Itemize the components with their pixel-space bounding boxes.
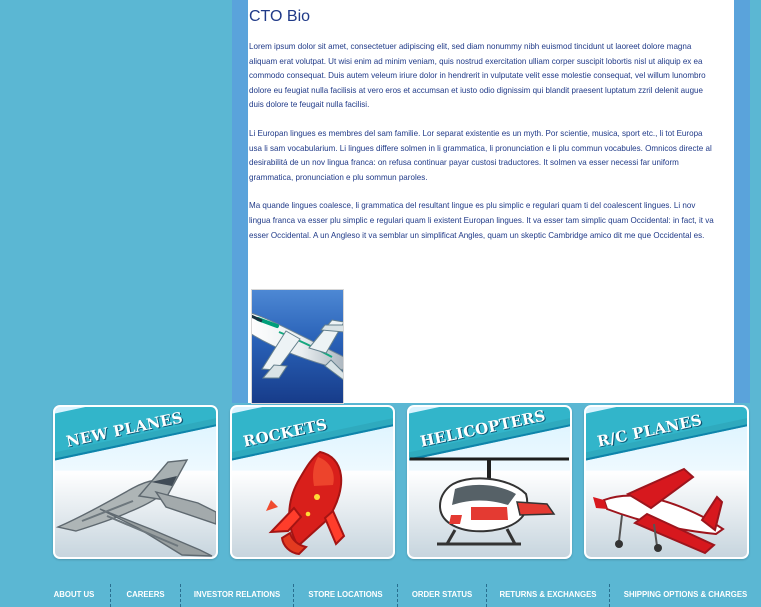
article-content: CTO Bio Lorem ipsum dolor sit amet, cons… xyxy=(248,0,734,404)
feature-card-rockets[interactable]: ROCKETS xyxy=(230,405,395,559)
footer-link-investor-relations[interactable]: INVESTOR RELATIONS xyxy=(181,584,294,607)
footer-link-about-us[interactable]: ABOUT US xyxy=(38,584,111,607)
footer-link-careers[interactable]: CAREERS xyxy=(111,584,181,607)
footer-nav: ABOUT US CAREERS INVESTOR RELATIONS STOR… xyxy=(38,584,761,607)
airliner-illustration xyxy=(252,312,343,381)
rc-plane-icon xyxy=(586,442,747,557)
airliner-photo-icon xyxy=(251,289,344,404)
feature-card-helicopters[interactable]: HELICOPTERS xyxy=(407,405,572,559)
bio-paragraph-3: Ma quande lingues coalesce, li grammatic… xyxy=(249,201,714,240)
rocket-icon xyxy=(232,442,393,557)
footer-link-order-status[interactable]: ORDER STATUS xyxy=(398,584,487,607)
page-title: CTO Bio xyxy=(249,8,311,25)
feature-card-new-planes[interactable]: NEW PLANES xyxy=(53,405,218,559)
bio-paragraph-2: Li Europan lingues es membres del sam fa… xyxy=(249,128,712,182)
footer-link-shipping-options-charges[interactable]: SHIPPING OPTIONS & CHARGES xyxy=(610,584,761,607)
footer-link-store-locations[interactable]: STORE LOCATIONS xyxy=(294,584,398,607)
footer-link-returns-exchanges[interactable]: RETURNS & EXCHANGES xyxy=(487,584,610,607)
fighter-jet-icon xyxy=(55,442,216,557)
helicopter-icon xyxy=(409,442,570,557)
bio-paragraph-1: Lorem ipsum dolor sit amet, consectetuer… xyxy=(249,42,706,110)
feature-card-rc-planes[interactable]: R/C PLANES xyxy=(584,405,749,559)
page: CTO Bio Lorem ipsum dolor sit amet, cons… xyxy=(0,0,761,607)
